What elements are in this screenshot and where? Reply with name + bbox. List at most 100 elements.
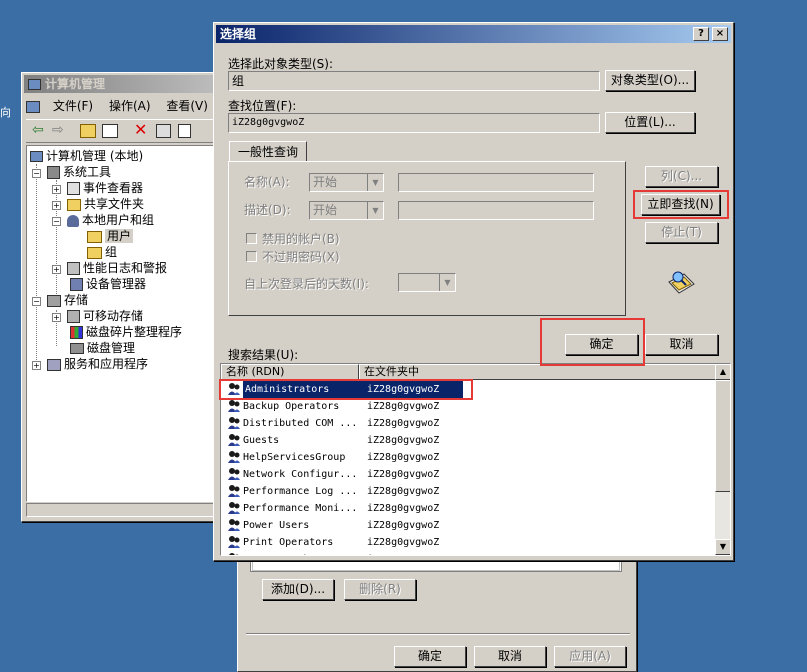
stop-button[interactable]: 停止(T): [645, 222, 718, 243]
name-operator-combo[interactable]: 开始 ▼: [309, 173, 384, 192]
props-apply-button[interactable]: 应用(A): [554, 646, 626, 667]
performance-icon: [67, 262, 80, 275]
folder-icon: [87, 246, 102, 259]
result-name: Network Configur...: [243, 469, 358, 480]
scroll-down-icon[interactable]: ▼: [715, 539, 730, 555]
object-types-button[interactable]: 对象类型(O)...: [605, 70, 695, 91]
result-folder: iZ28g0gvgwoZ: [359, 381, 463, 398]
column-header-folder[interactable]: 在文件夹中: [359, 364, 716, 380]
no-expire-pw-checkbox[interactable]: [246, 251, 257, 262]
menu-file[interactable]: 文件(F): [53, 99, 93, 113]
forward-arrow-icon[interactable]: ⇨: [52, 122, 64, 138]
remove-member-button[interactable]: 删除(R): [344, 579, 416, 600]
result-row[interactable]: Performance Moni... iZ28g0gvgwoZ: [223, 500, 719, 517]
group-icon: [227, 535, 241, 549]
tree-line: [36, 164, 37, 360]
column-header-name[interactable]: 名称 (RDN): [221, 364, 359, 380]
tree-item-shared-folders[interactable]: + 共享文件夹: [52, 196, 144, 212]
expand-icon[interactable]: +: [32, 361, 41, 370]
scroll-up-icon[interactable]: ▲: [715, 364, 730, 380]
tree-item-local-users-groups[interactable]: − 本地用户和组: [52, 212, 154, 228]
disabled-accounts-checkbox[interactable]: [246, 233, 257, 244]
mmc-system-icon[interactable]: [26, 100, 40, 113]
group-icon: [227, 467, 241, 481]
no-expire-pw-label: 不过期密码(X): [262, 250, 340, 264]
columns-button[interactable]: 列(C)...: [645, 166, 718, 187]
close-button[interactable]: ×: [712, 27, 728, 41]
tree-item-computer-management[interactable]: 计算机管理 (本地): [30, 148, 143, 164]
tree-item-removable-storage[interactable]: + 可移动存储: [52, 308, 143, 324]
dialog-titlebar[interactable]: 选择组: [216, 25, 731, 43]
results-vscroll[interactable]: ▲ ▼: [715, 364, 730, 555]
result-name: Remote Desktop U...: [243, 551, 363, 555]
result-row[interactable]: HelpServicesGroup iZ28g0gvgwoZ: [223, 449, 719, 466]
locations-button[interactable]: 位置(L)...: [605, 112, 695, 133]
find-now-button[interactable]: 立即查找(N): [641, 194, 720, 215]
result-row[interactable]: Network Configur... iZ28g0gvgwoZ: [223, 466, 719, 483]
dropdown-arrow-icon[interactable]: ▼: [439, 274, 455, 291]
result-folder: iZ28g0gvgwoZ: [367, 452, 440, 463]
days-since-login-combo[interactable]: ▼: [398, 273, 456, 292]
export-list-icon[interactable]: [178, 124, 191, 138]
expand-icon[interactable]: +: [52, 265, 61, 274]
tools-icon: [47, 166, 60, 179]
tree-item-defragmenter[interactable]: 磁盘碎片整理程序: [70, 324, 182, 340]
search-results-list[interactable]: 名称 (RDN) 在文件夹中 Administrators iZ28g0gvgwo…: [220, 363, 731, 556]
tree-item-disk-management[interactable]: 磁盘管理: [70, 340, 135, 356]
result-row[interactable]: Print Operators iZ28g0gvgwoZ: [223, 534, 719, 551]
tree-item-groups[interactable]: 组: [87, 244, 117, 260]
up-folder-icon[interactable]: [80, 124, 96, 138]
cancel-button[interactable]: 取消: [645, 334, 718, 355]
menu-view[interactable]: 查看(V): [166, 99, 208, 113]
menu-action[interactable]: 操作(A): [109, 99, 151, 113]
add-member-button[interactable]: 添加(D)...: [262, 579, 334, 600]
description-value-field[interactable]: [398, 201, 594, 220]
tree-item-users[interactable]: 用户: [87, 228, 134, 244]
expand-icon[interactable]: +: [52, 313, 61, 322]
properties-icon[interactable]: [156, 124, 171, 138]
dropdown-arrow-icon[interactable]: ▼: [367, 202, 383, 219]
result-row[interactable]: Administrators iZ28g0gvgwoZ: [223, 381, 719, 398]
result-folder: iZ28g0gvgwoZ: [367, 520, 440, 531]
description-operator-combo[interactable]: 开始 ▼: [309, 201, 384, 220]
mmc-titlebar[interactable]: 计算机管理: [24, 75, 226, 93]
tree-item-services-apps[interactable]: + 服务和应用程序: [32, 356, 148, 372]
collapse-icon[interactable]: −: [52, 217, 61, 226]
expand-icon[interactable]: +: [52, 185, 61, 194]
dropdown-arrow-icon[interactable]: ▼: [367, 174, 383, 191]
scroll-thumb[interactable]: [715, 380, 730, 492]
group-icon: [227, 518, 241, 532]
collapse-icon[interactable]: −: [32, 169, 41, 178]
result-row[interactable]: Guests iZ28g0gvgwoZ: [223, 432, 719, 449]
props-cancel-button[interactable]: 取消: [474, 646, 546, 667]
result-row[interactable]: Performance Log ... iZ28g0gvgwoZ: [223, 483, 719, 500]
result-row[interactable]: Backup Operators iZ28g0gvgwoZ: [223, 398, 719, 415]
collapse-icon[interactable]: −: [32, 297, 41, 306]
desktop-edge-text: 向: [0, 106, 11, 119]
tree-item-performance-logs[interactable]: + 性能日志和警报: [52, 260, 167, 276]
expand-icon[interactable]: +: [52, 201, 61, 210]
result-row[interactable]: Distributed COM ... iZ28g0gvgwoZ: [223, 415, 719, 432]
tab-general-queries[interactable]: 一般性查询: [229, 141, 307, 162]
group-icon: [227, 450, 241, 464]
ok-button[interactable]: 确定: [565, 334, 638, 355]
result-name: Distributed COM ...: [243, 418, 358, 429]
result-row[interactable]: Remote Desktop U... iZ28g0gvgwoZ: [223, 551, 719, 555]
delete-icon[interactable]: ✕: [134, 120, 147, 139]
computer-icon: [30, 151, 43, 162]
props-ok-button[interactable]: 确定: [394, 646, 466, 667]
show-tree-icon[interactable]: [102, 124, 118, 138]
help-button[interactable]: ?: [693, 27, 709, 41]
mmc-tree-pane[interactable]: 计算机管理 (本地) − 系统工具 + 事件查看器 + 共享文件夹 − 本地用户和组 用…: [26, 145, 228, 502]
result-row[interactable]: Power Users iZ28g0gvgwoZ: [223, 517, 719, 534]
back-arrow-icon[interactable]: ⇦: [32, 122, 44, 138]
group-icon: [227, 433, 241, 447]
name-value-field[interactable]: [398, 173, 594, 192]
result-folder: iZ28g0gvgwoZ: [367, 418, 440, 429]
tree-item-event-viewer[interactable]: + 事件查看器: [52, 180, 143, 196]
tree-item-system-tools[interactable]: − 系统工具: [32, 164, 111, 180]
removable-storage-icon: [67, 310, 80, 323]
group-icon: [227, 416, 241, 430]
tree-item-device-manager[interactable]: 设备管理器: [70, 276, 146, 292]
tree-item-storage[interactable]: − 存储: [32, 292, 88, 308]
